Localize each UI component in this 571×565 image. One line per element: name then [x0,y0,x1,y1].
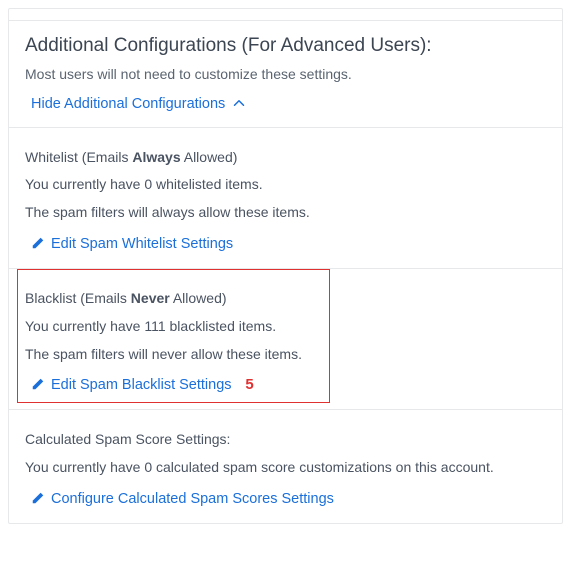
annotation-number: 5 [245,376,253,393]
panel-top-spacer [9,9,562,21]
configure-scores-link[interactable]: Configure Calculated Spam Scores Setting… [31,491,334,509]
toggle-label: Hide Additional Configurations [31,96,225,112]
blacklist-block: Blacklist (Emails Never Allowed) You cur… [9,269,562,410]
pencil-icon [31,236,45,254]
whitelist-block: Whitelist (Emails Always Allowed) You cu… [9,128,562,269]
pencil-icon [31,491,45,509]
additional-config-header-block: Additional Configurations (For Advanced … [9,21,562,128]
advanced-config-panel: Additional Configurations (For Advanced … [8,8,563,524]
score-block: Calculated Spam Score Settings: You curr… [9,410,562,523]
section-subtitle: Most users will not need to customize th… [25,63,546,85]
chevron-up-icon [233,97,245,113]
edit-whitelist-link[interactable]: Edit Spam Whitelist Settings [31,236,233,254]
score-title: Calculated Spam Score Settings: [25,426,546,452]
configure-scores-label: Configure Calculated Spam Scores Setting… [51,491,334,507]
edit-blacklist-link[interactable]: Edit Spam Blacklist Settings [31,377,232,395]
whitelist-title: Whitelist (Emails Always Allowed) [25,144,546,170]
hide-additional-config-toggle[interactable]: Hide Additional Configurations [31,96,245,112]
section-title: Additional Configurations (For Advanced … [25,35,546,57]
edit-blacklist-label: Edit Spam Blacklist Settings [51,377,232,393]
whitelist-count: You currently have 0 whitelisted items. [25,173,546,197]
blacklist-title: Blacklist (Emails Never Allowed) [25,285,546,311]
edit-whitelist-label: Edit Spam Whitelist Settings [51,236,233,252]
pencil-icon [31,377,45,395]
blacklist-count: You currently have 111 blacklisted items… [25,315,546,339]
blacklist-desc: The spam filters will never allow these … [25,343,546,367]
score-count: You currently have 0 calculated spam sco… [25,456,546,480]
whitelist-desc: The spam filters will always allow these… [25,201,546,225]
